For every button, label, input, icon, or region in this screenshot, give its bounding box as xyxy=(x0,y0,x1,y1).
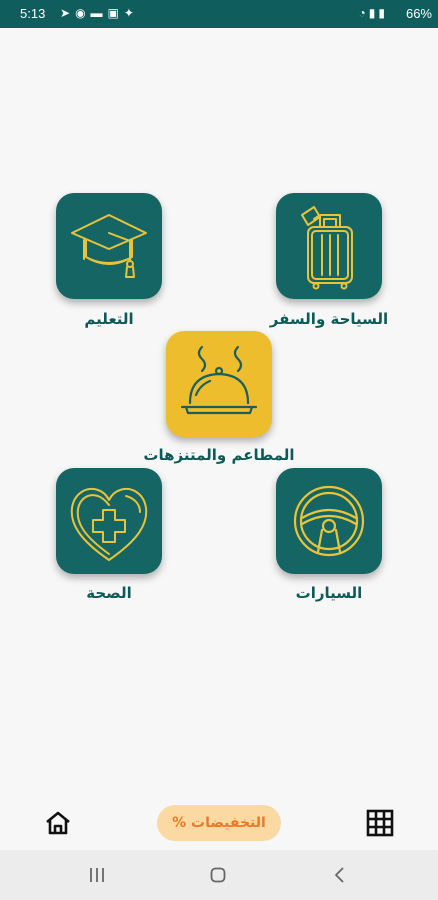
home-icon xyxy=(46,811,70,835)
heart-medical-icon xyxy=(70,488,148,561)
notification-icon: ▬ xyxy=(90,6,108,20)
steering-wheel-icon xyxy=(293,485,365,557)
signal-icon: ▮ xyxy=(378,6,388,20)
back-button[interactable] xyxy=(334,867,346,883)
category-restaurants-tile[interactable] xyxy=(166,331,272,437)
signal-icon: ▮ xyxy=(368,6,379,20)
home-button[interactable] xyxy=(44,809,72,837)
category-health-tile[interactable] xyxy=(56,468,162,574)
status-time: 5:13 xyxy=(20,6,46,21)
gallery-icon: ▣ xyxy=(107,6,124,20)
category-education-label[interactable]: التعليم xyxy=(19,310,199,328)
twitter-icon: ✦ xyxy=(123,6,139,20)
messenger-icon: ◉ xyxy=(75,6,91,20)
discounts-button[interactable]: التخفيضات % xyxy=(157,805,281,841)
category-cars-tile[interactable] xyxy=(276,468,382,574)
grid-button[interactable] xyxy=(366,809,394,837)
graduation-cap-icon xyxy=(71,214,147,278)
wifi-icon: ◔ xyxy=(358,6,369,20)
connectivity-icons: ◔▮▮ xyxy=(359,6,388,20)
recent-apps-button[interactable] xyxy=(89,868,105,882)
category-travel-tile[interactable] xyxy=(276,193,382,299)
category-travel-label[interactable]: السياحة والسفر xyxy=(239,310,419,328)
category-health-label[interactable]: الصحة xyxy=(19,584,199,602)
category-cars-label[interactable]: السيارات xyxy=(239,584,419,602)
category-restaurants-label[interactable]: المطاعم والمتنزهات xyxy=(129,446,309,464)
grid-icon xyxy=(366,809,394,837)
telegram-icon: ➤ xyxy=(60,6,76,20)
bottom-navigation: التخفيضات % xyxy=(0,790,438,850)
food-cloche-icon xyxy=(180,345,258,415)
system-home-button[interactable] xyxy=(210,867,226,883)
system-navigation-bar xyxy=(0,850,438,900)
luggage-icon xyxy=(301,206,353,290)
category-education-tile[interactable] xyxy=(56,193,162,299)
notification-icons: ➤◉▬▣✦ xyxy=(60,6,139,20)
status-bar: 5:13 ➤◉▬▣✦ ◔▮▮ 66% xyxy=(0,0,438,28)
battery-level: 66% xyxy=(405,6,432,21)
